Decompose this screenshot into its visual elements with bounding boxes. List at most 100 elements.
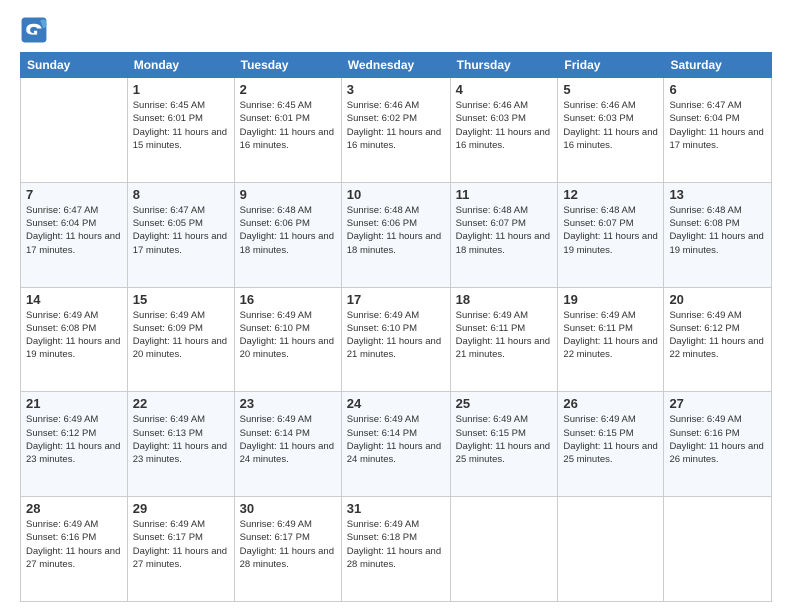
calendar-cell: 22 Sunrise: 6:49 AMSunset: 6:13 PMDayligh… — [127, 392, 234, 497]
page: SundayMondayTuesdayWednesdayThursdayFrid… — [0, 0, 792, 612]
calendar-week-row: 1Sunrise: 6:45 AMSunset: 6:01 PMDaylight… — [21, 78, 772, 183]
day-number: 10 — [347, 187, 445, 202]
day-number: 19 — [563, 292, 658, 307]
calendar-cell — [664, 497, 772, 602]
day-number: 7 — [26, 187, 122, 202]
day-number: 15 — [133, 292, 229, 307]
calendar-cell: 30 Sunrise: 6:49 AMSunset: 6:17 PMDayligh… — [234, 497, 341, 602]
day-info: Sunrise: 6:48 AMSunset: 6:07 PMDaylight:… — [456, 204, 553, 257]
calendar-cell: 29Sunrise: 6:49 AMSunset: 6:17 PMDayligh… — [127, 497, 234, 602]
calendar-week-row: 21 Sunrise: 6:49 AMSunset: 6:12 PMDayligh… — [21, 392, 772, 497]
calendar-cell: 31 Sunrise: 6:49 AMSunset: 6:18 PMDayligh… — [341, 497, 450, 602]
day-number: 14 — [26, 292, 122, 307]
day-info: Sunrise: 6:49 AMSunset: 6:15 PMDaylight:… — [563, 413, 658, 466]
day-number: 22 — [133, 396, 229, 411]
day-number: 6 — [669, 82, 766, 97]
day-info: Sunrise: 6:49 AMSunset: 6:08 PMDaylight:… — [26, 309, 122, 362]
day-number: 11 — [456, 187, 553, 202]
day-info: Sunrise: 6:49 AMSunset: 6:09 PMDaylight:… — [133, 309, 229, 362]
day-number: 9 — [240, 187, 336, 202]
day-info: Sunrise: 6:46 AMSunset: 6:02 PMDaylight:… — [347, 99, 445, 152]
calendar-week-row: 7 Sunrise: 6:47 AMSunset: 6:04 PMDaylight… — [21, 182, 772, 287]
day-number: 26 — [563, 396, 658, 411]
day-info: Sunrise: 6:49 AMSunset: 6:14 PMDaylight:… — [240, 413, 336, 466]
calendar-cell — [558, 497, 664, 602]
day-info: Sunrise: 6:49 AMSunset: 6:17 PMDaylight:… — [240, 518, 336, 571]
day-number: 27 — [669, 396, 766, 411]
day-info: Sunrise: 6:49 AMSunset: 6:10 PMDaylight:… — [347, 309, 445, 362]
calendar-cell: 20 Sunrise: 6:49 AMSunset: 6:12 PMDayligh… — [664, 287, 772, 392]
calendar-week-row: 28Sunrise: 6:49 AMSunset: 6:16 PMDayligh… — [21, 497, 772, 602]
day-number: 12 — [563, 187, 658, 202]
calendar-cell: 6 Sunrise: 6:47 AMSunset: 6:04 PMDaylight… — [664, 78, 772, 183]
calendar-cell: 16 Sunrise: 6:49 AMSunset: 6:10 PMDayligh… — [234, 287, 341, 392]
day-info: Sunrise: 6:45 AMSunset: 6:01 PMDaylight:… — [240, 99, 336, 152]
calendar-cell: 4 Sunrise: 6:46 AMSunset: 6:03 PMDaylight… — [450, 78, 558, 183]
day-number: 18 — [456, 292, 553, 307]
day-number: 5 — [563, 82, 658, 97]
calendar-cell: 14 Sunrise: 6:49 AMSunset: 6:08 PMDayligh… — [21, 287, 128, 392]
day-number: 21 — [26, 396, 122, 411]
day-info: Sunrise: 6:49 AMSunset: 6:13 PMDaylight:… — [133, 413, 229, 466]
calendar-cell: 15 Sunrise: 6:49 AMSunset: 6:09 PMDayligh… — [127, 287, 234, 392]
weekday-header: Friday — [558, 53, 664, 78]
calendar-cell: 3 Sunrise: 6:46 AMSunset: 6:02 PMDaylight… — [341, 78, 450, 183]
day-info: Sunrise: 6:45 AMSunset: 6:01 PMDaylight:… — [133, 99, 229, 152]
day-info: Sunrise: 6:49 AMSunset: 6:16 PMDaylight:… — [26, 518, 122, 571]
day-number: 31 — [347, 501, 445, 516]
calendar-cell: 27Sunrise: 6:49 AMSunset: 6:16 PMDayligh… — [664, 392, 772, 497]
calendar-cell: 11 Sunrise: 6:48 AMSunset: 6:07 PMDayligh… — [450, 182, 558, 287]
day-info: Sunrise: 6:49 AMSunset: 6:14 PMDaylight:… — [347, 413, 445, 466]
day-number: 17 — [347, 292, 445, 307]
day-info: Sunrise: 6:49 AMSunset: 6:18 PMDaylight:… — [347, 518, 445, 571]
calendar-cell: 24Sunrise: 6:49 AMSunset: 6:14 PMDayligh… — [341, 392, 450, 497]
weekday-header: Monday — [127, 53, 234, 78]
day-number: 23 — [240, 396, 336, 411]
weekday-header: Sunday — [21, 53, 128, 78]
day-number: 25 — [456, 396, 553, 411]
day-info: Sunrise: 6:46 AMSunset: 6:03 PMDaylight:… — [456, 99, 553, 152]
day-info: Sunrise: 6:47 AMSunset: 6:04 PMDaylight:… — [26, 204, 122, 257]
calendar-cell: 18 Sunrise: 6:49 AMSunset: 6:11 PMDayligh… — [450, 287, 558, 392]
day-number: 16 — [240, 292, 336, 307]
calendar-cell: 8Sunrise: 6:47 AMSunset: 6:05 PMDaylight… — [127, 182, 234, 287]
logo — [20, 16, 52, 44]
day-info: Sunrise: 6:48 AMSunset: 6:06 PMDaylight:… — [240, 204, 336, 257]
calendar-cell: 9 Sunrise: 6:48 AMSunset: 6:06 PMDaylight… — [234, 182, 341, 287]
calendar-cell: 12 Sunrise: 6:48 AMSunset: 6:07 PMDayligh… — [558, 182, 664, 287]
calendar-cell: 28Sunrise: 6:49 AMSunset: 6:16 PMDayligh… — [21, 497, 128, 602]
day-info: Sunrise: 6:49 AMSunset: 6:12 PMDaylight:… — [669, 309, 766, 362]
day-info: Sunrise: 6:49 AMSunset: 6:11 PMDaylight:… — [563, 309, 658, 362]
day-info: Sunrise: 6:49 AMSunset: 6:12 PMDaylight:… — [26, 413, 122, 466]
calendar-cell: 10 Sunrise: 6:48 AMSunset: 6:06 PMDayligh… — [341, 182, 450, 287]
day-number: 4 — [456, 82, 553, 97]
calendar-cell: 21 Sunrise: 6:49 AMSunset: 6:12 PMDayligh… — [21, 392, 128, 497]
weekday-header: Tuesday — [234, 53, 341, 78]
weekday-header: Saturday — [664, 53, 772, 78]
day-info: Sunrise: 6:47 AMSunset: 6:04 PMDaylight:… — [669, 99, 766, 152]
day-number: 2 — [240, 82, 336, 97]
day-info: Sunrise: 6:49 AMSunset: 6:10 PMDaylight:… — [240, 309, 336, 362]
header — [20, 16, 772, 44]
calendar-cell — [450, 497, 558, 602]
day-info: Sunrise: 6:48 AMSunset: 6:07 PMDaylight:… — [563, 204, 658, 257]
calendar-week-row: 14 Sunrise: 6:49 AMSunset: 6:08 PMDayligh… — [21, 287, 772, 392]
day-info: Sunrise: 6:49 AMSunset: 6:15 PMDaylight:… — [456, 413, 553, 466]
calendar-cell: 1Sunrise: 6:45 AMSunset: 6:01 PMDaylight… — [127, 78, 234, 183]
day-number: 30 — [240, 501, 336, 516]
logo-icon — [20, 16, 48, 44]
calendar-cell: 19 Sunrise: 6:49 AMSunset: 6:11 PMDayligh… — [558, 287, 664, 392]
calendar-table: SundayMondayTuesdayWednesdayThursdayFrid… — [20, 52, 772, 602]
day-number: 20 — [669, 292, 766, 307]
calendar-cell: 2 Sunrise: 6:45 AMSunset: 6:01 PMDaylight… — [234, 78, 341, 183]
calendar-cell: 25 Sunrise: 6:49 AMSunset: 6:15 PMDayligh… — [450, 392, 558, 497]
weekday-header: Wednesday — [341, 53, 450, 78]
day-info: Sunrise: 6:47 AMSunset: 6:05 PMDaylight:… — [133, 204, 229, 257]
weekday-header: Thursday — [450, 53, 558, 78]
day-info: Sunrise: 6:49 AMSunset: 6:17 PMDaylight:… — [133, 518, 229, 571]
calendar-cell: 26 Sunrise: 6:49 AMSunset: 6:15 PMDayligh… — [558, 392, 664, 497]
day-number: 3 — [347, 82, 445, 97]
day-info: Sunrise: 6:48 AMSunset: 6:06 PMDaylight:… — [347, 204, 445, 257]
day-info: Sunrise: 6:48 AMSunset: 6:08 PMDaylight:… — [669, 204, 766, 257]
day-info: Sunrise: 6:49 AMSunset: 6:11 PMDaylight:… — [456, 309, 553, 362]
